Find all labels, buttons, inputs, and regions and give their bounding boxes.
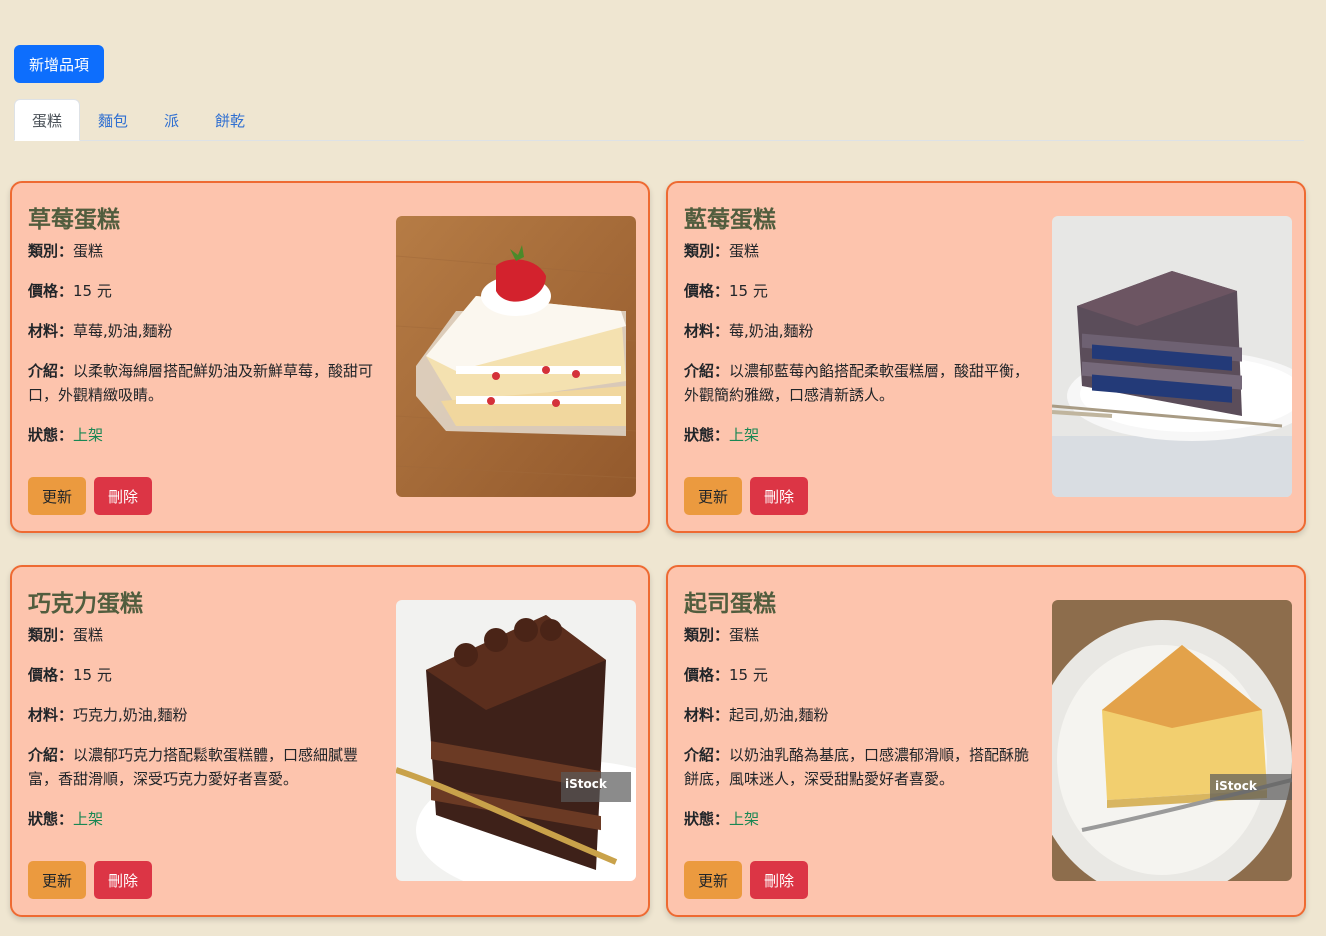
status-badge: 上架 bbox=[73, 426, 104, 444]
category-field: 類別：蛋糕 bbox=[28, 242, 104, 260]
status-field: 狀態：上架 bbox=[684, 426, 760, 444]
intro-field: 介紹：以濃郁藍莓內餡搭配柔軟蛋糕層，酸甜平衡，外觀簡約雅緻，口感清新誘人。 bbox=[684, 362, 1030, 404]
status-field: 狀態：上架 bbox=[28, 426, 104, 444]
ingredients-field: 材料：起司,奶油,麵粉 bbox=[684, 706, 829, 724]
card-title: 起司蛋糕 bbox=[684, 591, 776, 617]
status-badge: 上架 bbox=[73, 810, 104, 828]
intro-field: 介紹：以濃郁巧克力搭配鬆軟蛋糕體，口感細膩豐富，香甜滑順，深受巧克力愛好者喜愛。 bbox=[28, 746, 359, 788]
intro-field: 介紹：以柔軟海綿層搭配鮮奶油及新鮮草莓，酸甜可口，外觀精緻吸睛。 bbox=[28, 362, 374, 404]
category-field: 類別：蛋糕 bbox=[684, 626, 760, 644]
card-title: 草莓蛋糕 bbox=[28, 207, 120, 233]
intro-field: 介紹：以奶油乳酪為基底，口感濃郁滑順，搭配酥脆餅底，風味迷人，深受甜點愛好者喜愛… bbox=[684, 746, 1030, 788]
cheesecake-image: iStock bbox=[1052, 600, 1292, 881]
status-field: 狀態：上架 bbox=[684, 810, 760, 828]
tab-cake[interactable]: 蛋糕 bbox=[14, 99, 81, 141]
category-field: 類別：蛋糕 bbox=[684, 242, 760, 260]
tab-cookie[interactable]: 餅乾 bbox=[197, 99, 263, 141]
product-card-strawberry: 草莓蛋糕 類別：蛋糕 價格：15 元 材料：草莓,奶油,麵粉 介紹：以柔軟海綿層… bbox=[10, 181, 650, 533]
ingredients-field: 材料：巧克力,奶油,麵粉 bbox=[28, 706, 188, 724]
price-field: 價格：15 元 bbox=[684, 666, 768, 684]
status-badge: 上架 bbox=[729, 426, 760, 444]
chocolate-cake-image: iStock bbox=[396, 600, 636, 881]
price-field: 價格：15 元 bbox=[28, 282, 112, 300]
update-button[interactable]: 更新 bbox=[684, 861, 742, 899]
status-field: 狀態：上架 bbox=[28, 810, 104, 828]
product-card-chocolate: 巧克力蛋糕 類別：蛋糕 價格：15 元 材料：巧克力,奶油,麵粉 介紹：以濃郁巧… bbox=[10, 565, 650, 917]
delete-button[interactable]: 刪除 bbox=[750, 477, 808, 515]
price-field: 價格：15 元 bbox=[684, 282, 768, 300]
category-field: 類別：蛋糕 bbox=[28, 626, 104, 644]
update-button[interactable]: 更新 bbox=[684, 477, 742, 515]
ingredients-field: 材料：莓,奶油,麵粉 bbox=[684, 322, 814, 340]
tab-pie[interactable]: 派 bbox=[146, 99, 197, 141]
add-item-button[interactable]: 新增品項 bbox=[14, 45, 104, 83]
tab-bread[interactable]: 麵包 bbox=[80, 99, 146, 141]
card-title: 藍莓蛋糕 bbox=[684, 207, 776, 233]
strawberry-cake-image bbox=[396, 216, 636, 497]
istock-watermark: iStock bbox=[1215, 779, 1258, 793]
product-card-cheesecake: 起司蛋糕 類別：蛋糕 價格：15 元 材料：起司,奶油,麵粉 介紹：以奶油乳酪為… bbox=[666, 565, 1306, 917]
blueberry-cake-image bbox=[1052, 216, 1292, 497]
price-field: 價格：15 元 bbox=[28, 666, 112, 684]
ingredients-field: 材料：草莓,奶油,麵粉 bbox=[28, 322, 173, 340]
product-card-blueberry: 藍莓蛋糕 類別：蛋糕 價格：15 元 材料：莓,奶油,麵粉 介紹：以濃郁藍莓內餡… bbox=[666, 181, 1306, 533]
update-button[interactable]: 更新 bbox=[28, 861, 86, 899]
update-button[interactable]: 更新 bbox=[28, 477, 86, 515]
status-badge: 上架 bbox=[729, 810, 760, 828]
delete-button[interactable]: 刪除 bbox=[94, 477, 152, 515]
card-title: 巧克力蛋糕 bbox=[28, 591, 143, 617]
category-tabs: 蛋糕 麵包 派 餅乾 bbox=[14, 99, 1304, 141]
istock-watermark: iStock bbox=[565, 777, 608, 791]
delete-button[interactable]: 刪除 bbox=[750, 861, 808, 899]
delete-button[interactable]: 刪除 bbox=[94, 861, 152, 899]
